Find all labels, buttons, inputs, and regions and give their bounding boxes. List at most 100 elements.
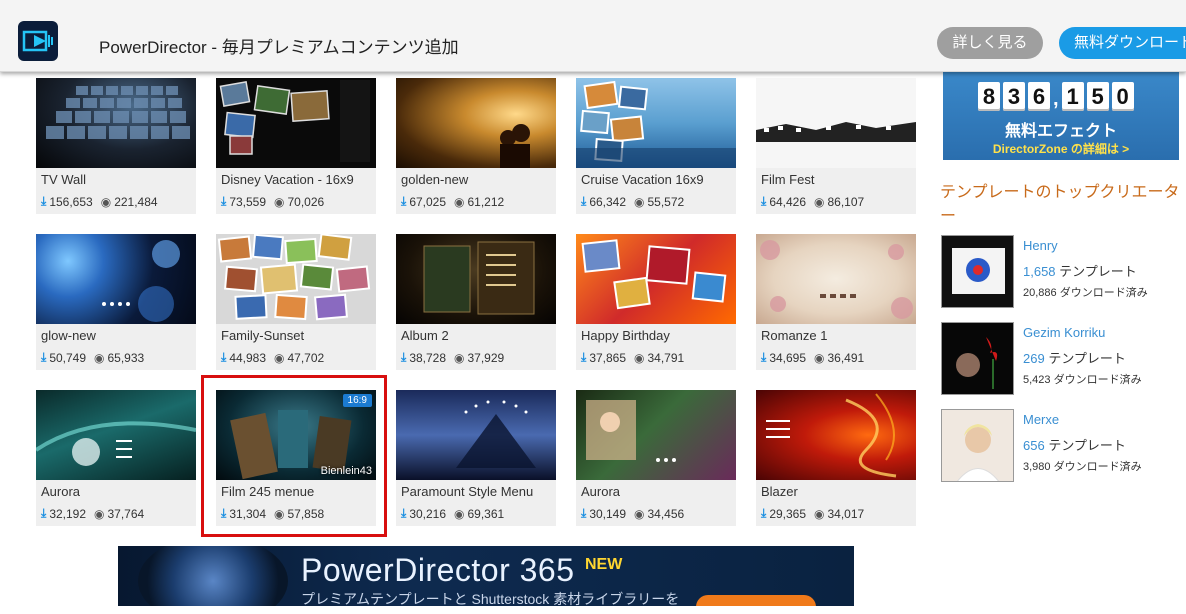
template-title[interactable]: glow-new: [41, 328, 96, 343]
download-icon: ⤓: [761, 194, 767, 208]
template-title[interactable]: TV Wall: [41, 172, 86, 187]
template-title[interactable]: Aurora: [41, 484, 80, 499]
creator-item[interactable]: Henry 1,658 テンプレート 20,886 ダウンロード済み: [941, 235, 1186, 309]
template-stats: ⤓ 50,749 ◉ 65,933: [41, 350, 144, 365]
download-count: 37,865: [589, 350, 627, 365]
download-count: 67,025: [409, 194, 447, 209]
avatar[interactable]: [941, 235, 1014, 308]
template-title[interactable]: Aurora: [581, 484, 620, 499]
creator-item[interactable]: Gezim Korriku 269 テンプレート 5,423 ダウンロード済み: [941, 322, 1186, 396]
template-card[interactable]: Film Fest ⤓ 64,426 ◉ 86,107: [756, 78, 916, 214]
template-title[interactable]: Blazer: [761, 484, 798, 499]
creator-name[interactable]: Merxe: [1023, 412, 1059, 427]
creator-downloads: 20,886 ダウンロード済み: [1023, 287, 1148, 299]
free-effects-counter-banner[interactable]: 8 3 6 , 1 5 0 無料エフェクト DirectorZone の詳細は …: [943, 72, 1179, 160]
template-thumbnail[interactable]: [756, 390, 916, 480]
eye-icon: ◉: [634, 194, 645, 209]
template-thumbnail[interactable]: [396, 390, 556, 480]
avatar[interactable]: [941, 322, 1014, 395]
template-title[interactable]: golden-new: [401, 172, 468, 187]
template-count[interactable]: 269: [1023, 351, 1045, 366]
template-card[interactable]: Paramount Style Menu ⤓ 30,216 ◉ 69,361: [396, 390, 556, 526]
learn-more-button[interactable]: 詳しく見る: [937, 27, 1043, 59]
top-creators-heading: テンプレートのトップクリエーター: [940, 184, 1180, 225]
app-banner: PowerDirector - 毎月プレミアムコンテンツ追加 詳しく見る 無料ダ…: [0, 0, 1186, 72]
ad-cta-button[interactable]: [696, 595, 816, 606]
template-count[interactable]: 656: [1023, 438, 1045, 453]
template-title[interactable]: Paramount Style Menu: [401, 484, 533, 499]
template-stats: ⤓ 30,216 ◉ 69,361: [401, 506, 504, 521]
template-card[interactable]: Aurora ⤓ 30,149 ◉ 34,456: [576, 390, 736, 526]
family-sunset-preview: [217, 234, 371, 321]
template-card[interactable]: golden-new ⤓ 67,025 ◉ 61,212: [396, 78, 556, 214]
template-title[interactable]: Family-Sunset: [221, 328, 304, 343]
template-count-suffix: テンプレート: [1044, 438, 1126, 453]
template-thumbnail[interactable]: [216, 78, 376, 168]
template-stats: ⤓ 32,192 ◉ 37,764: [41, 506, 144, 521]
download-icon: ⤓: [41, 506, 47, 520]
download-count: 50,749: [49, 350, 87, 365]
blazer-preview: [766, 393, 897, 478]
eye-icon: ◉: [634, 506, 645, 521]
view-count: 37,929: [467, 350, 505, 365]
new-badge: NEW: [585, 556, 623, 573]
template-card[interactable]: Family-Sunset ⤓ 44,983 ◉ 47,702: [216, 234, 376, 370]
template-card[interactable]: Romanze 1 ⤓ 34,695 ◉ 36,491: [756, 234, 916, 370]
template-title[interactable]: Cruise Vacation 16x9: [581, 172, 704, 187]
template-title[interactable]: Romanze 1: [761, 328, 827, 343]
eye-icon: ◉: [100, 194, 112, 209]
template-card[interactable]: glow-new ⤓ 50,749 ◉ 65,933: [36, 234, 196, 370]
creator-name[interactable]: Gezim Korriku: [1023, 325, 1105, 340]
download-count: 30,216: [409, 506, 447, 521]
template-thumbnail[interactable]: [36, 78, 196, 168]
powerdirector-365-ad[interactable]: PowerDirector 365 NEW プレミアムテンプレートと Shutt…: [118, 546, 854, 606]
template-title[interactable]: Album 2: [401, 328, 449, 343]
template-thumbnail[interactable]: [756, 234, 916, 324]
template-thumbnail[interactable]: [576, 234, 736, 324]
view-count: 36,491: [827, 350, 865, 365]
download-icon: ⤓: [401, 350, 407, 364]
template-stats: ⤓ 34,695 ◉ 36,491: [761, 350, 864, 365]
powerdirector-logo-icon[interactable]: [18, 21, 58, 61]
download-icon: ⤓: [221, 350, 227, 364]
template-thumbnail[interactable]: [216, 234, 376, 324]
download-count: 44,983: [229, 350, 267, 365]
template-card[interactable]: Happy Birthday ⤓ 37,865 ◉ 34,791: [576, 234, 736, 370]
aurora-2-preview: [586, 400, 676, 462]
directorzone-link[interactable]: DirectorZone の詳細は >: [943, 140, 1179, 157]
creator-item[interactable]: Merxe 656 テンプレート 3,980 ダウンロード済み: [941, 409, 1186, 483]
template-stats: ⤓ 73,559 ◉ 70,026: [221, 194, 324, 209]
view-count: 55,572: [647, 194, 685, 209]
eye-icon: ◉: [634, 350, 645, 365]
template-thumbnail[interactable]: [396, 234, 556, 324]
creator-name[interactable]: Henry: [1023, 238, 1058, 253]
template-stats: ⤓ 30,149 ◉ 34,456: [581, 506, 684, 521]
template-thumbnail[interactable]: [396, 78, 556, 168]
template-thumbnail[interactable]: [576, 78, 736, 168]
template-card[interactable]: Album 2 ⤓ 38,728 ◉ 37,929: [396, 234, 556, 370]
golden-new-preview: [500, 124, 530, 168]
template-thumbnail[interactable]: [36, 234, 196, 324]
template-card[interactable]: TV Wall ⤓ 156,653 ◉ 221,484: [36, 78, 196, 214]
eye-icon: ◉: [814, 506, 825, 521]
template-thumbnail[interactable]: [576, 390, 736, 480]
template-thumbnail[interactable]: [36, 390, 196, 480]
eye-icon: ◉: [454, 350, 465, 365]
template-card[interactable]: Disney Vacation - 16x9 ⤓ 73,559 ◉ 70,026: [216, 78, 376, 214]
template-card[interactable]: Cruise Vacation 16x9 ⤓ 66,342 ◉ 55,572: [576, 78, 736, 214]
template-thumbnail[interactable]: [756, 78, 916, 168]
camera-lens-graphic: [138, 546, 288, 606]
template-stats: ⤓ 64,426 ◉ 86,107: [761, 194, 864, 209]
counter-digit: 8: [978, 82, 1000, 111]
template-title[interactable]: Happy Birthday: [581, 328, 670, 343]
view-count: 37,764: [107, 506, 145, 521]
creator-template-count: 269 テンプレート: [1023, 348, 1126, 367]
template-card[interactable]: Aurora ⤓ 32,192 ◉ 37,764: [36, 390, 196, 526]
eye-icon: ◉: [814, 194, 825, 209]
template-card[interactable]: Blazer ⤓ 29,365 ◉ 34,017: [756, 390, 916, 526]
template-count[interactable]: 1,658: [1023, 264, 1056, 279]
avatar[interactable]: [941, 409, 1014, 482]
template-title[interactable]: Disney Vacation - 16x9: [221, 172, 354, 187]
template-title[interactable]: Film Fest: [761, 172, 814, 187]
free-download-button[interactable]: 無料ダウンロード: [1059, 27, 1186, 59]
